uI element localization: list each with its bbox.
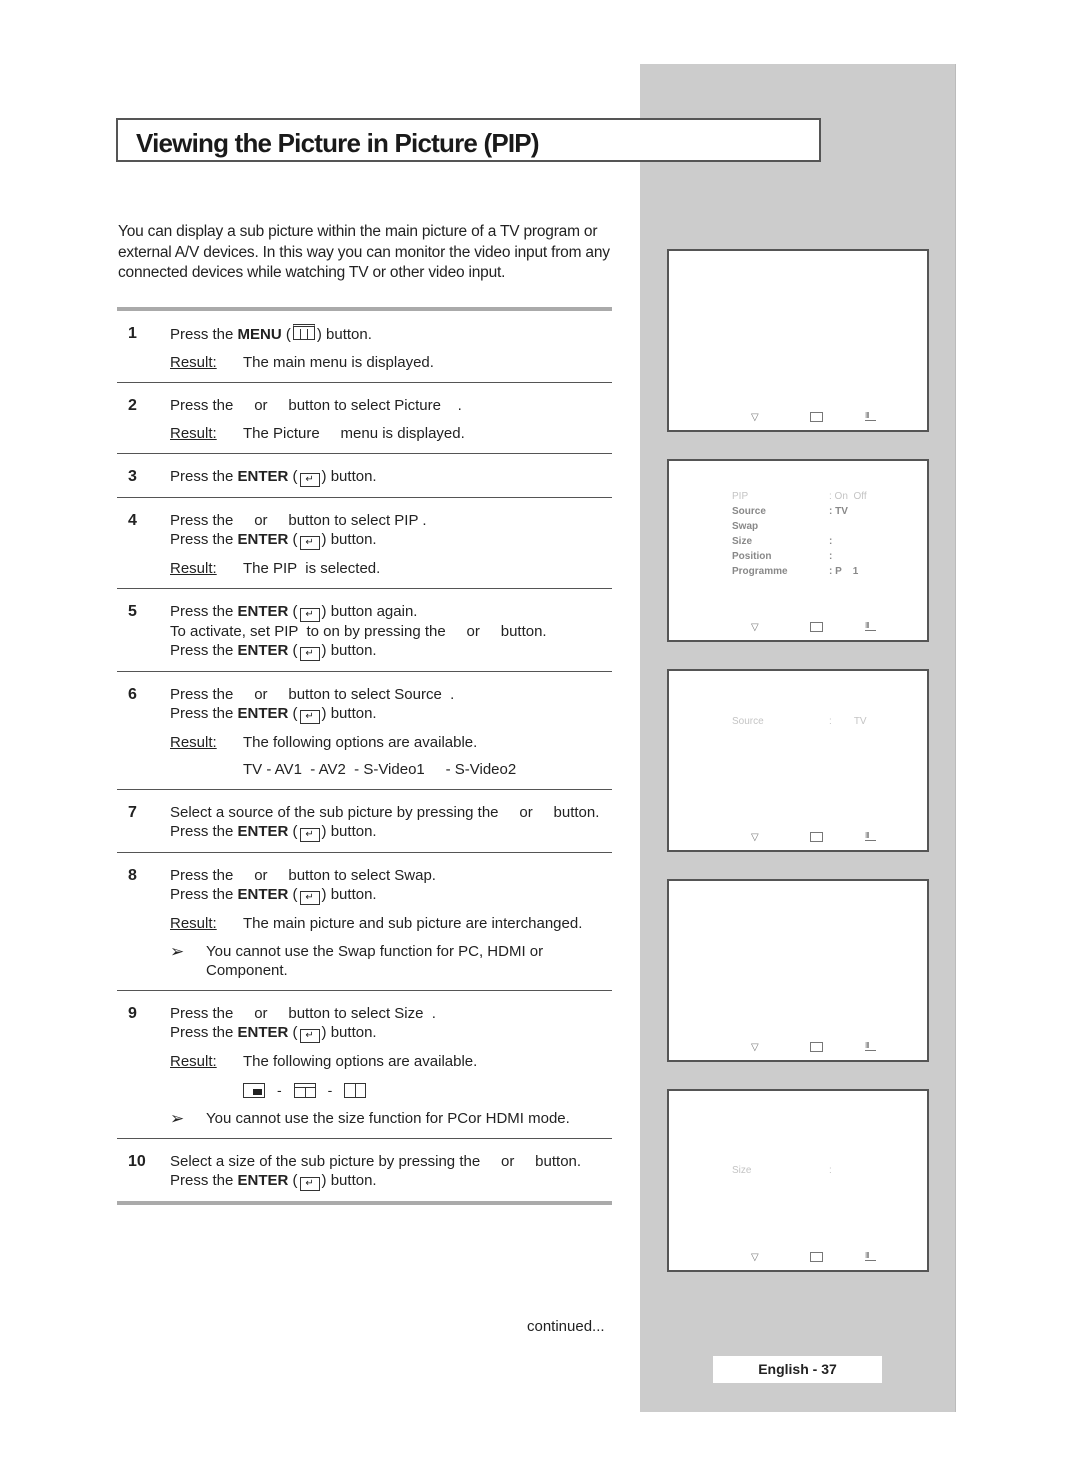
enter-icon <box>810 1252 823 1262</box>
step-result: Result: The PIP is selected. <box>170 560 381 577</box>
step-5: 5 Press the ENTER (↵) button again. To a… <box>117 589 612 672</box>
steps-list: 1 Press the MENU () button. Result: The m… <box>117 307 612 1205</box>
size-double-icon <box>344 1083 367 1098</box>
osd-screen-pip-menu: PIP: On Off Source: TV Swap Size: Positi… <box>667 459 929 642</box>
step-result: Result: The following options are availab… <box>170 734 478 751</box>
enter-icon: ↵ <box>299 710 320 724</box>
osd-row-size: Size: <box>732 536 833 547</box>
enter-icon <box>810 1042 823 1052</box>
page-number-badge: English - 37 <box>713 1356 882 1383</box>
osd-row-programme: Programme: P 1 <box>732 566 859 577</box>
step-2: 2 Press the or button to select Picture … <box>117 383 612 454</box>
osd-row-swap: Swap <box>732 521 759 532</box>
note: ➢ You cannot use the size function for PC… <box>170 1109 570 1128</box>
enter-icon: ↵ <box>299 536 320 550</box>
step-result: Result: The Picture menu is displayed. <box>170 425 465 442</box>
return-icon: III <box>865 1042 876 1051</box>
step-number: 9 <box>128 1005 137 1022</box>
enter-icon <box>810 412 823 422</box>
size-options: - - <box>243 1081 612 1100</box>
enter-icon: ↵ <box>299 608 320 622</box>
move-icon: ▽ <box>751 622 759 633</box>
enter-icon: ↵ <box>299 891 320 905</box>
step-result: Result: The main picture and sub picture … <box>170 915 583 932</box>
move-icon: ▽ <box>751 412 759 423</box>
enter-icon: ↵ <box>299 1177 320 1191</box>
step-number: 2 <box>128 397 137 414</box>
step-6: 6 Press the or button to select Source .… <box>117 672 612 790</box>
enter-icon <box>810 622 823 632</box>
osd-screen-main-menu: ▽ III <box>667 249 929 432</box>
enter-icon: ↵ <box>299 647 320 661</box>
enter-icon: ↵ <box>299 828 320 842</box>
return-icon: III <box>865 1252 876 1261</box>
step-number: 10 <box>128 1153 146 1170</box>
step-number: 1 <box>128 325 137 342</box>
step-1: 1 Press the MENU () button. Result: The m… <box>117 311 612 383</box>
step-result: Result: The main menu is displayed. <box>170 354 434 371</box>
note-arrow-icon: ➢ <box>170 942 185 961</box>
enter-icon <box>810 832 823 842</box>
size-double-wide-icon <box>293 1083 316 1098</box>
step-number: 7 <box>128 804 137 821</box>
osd-row-source: Source: TV <box>732 716 867 727</box>
step-7: 7 Select a source of the sub picture by … <box>117 790 612 853</box>
enter-icon: ↵ <box>299 473 320 487</box>
osd-row-position: Position: <box>732 551 833 562</box>
step-9: 9 Press the or button to select Size . P… <box>117 991 612 1139</box>
osd-screen-size: Size: ▽ III <box>667 1089 929 1272</box>
return-icon: III <box>865 412 876 421</box>
move-icon: ▽ <box>751 832 759 843</box>
step-number: 8 <box>128 867 137 884</box>
note-arrow-icon: ➢ <box>170 1109 185 1128</box>
osd-row-size: Size: <box>732 1165 832 1176</box>
move-icon: ▽ <box>751 1252 759 1263</box>
size-small-pip-icon <box>243 1083 265 1098</box>
page-title: Viewing the Picture in Picture (PIP) <box>136 128 540 158</box>
step-3: 3 Press the ENTER (↵) button. <box>117 454 612 498</box>
step-number: 4 <box>128 512 137 529</box>
title-box: Viewing the Picture in Picture (PIP) <box>116 118 821 162</box>
step-4: 4 Press the or button to select PIP . Pr… <box>117 498 612 589</box>
osd-nav-bar: ▽ III <box>669 622 927 634</box>
osd-nav-bar: ▽ III <box>669 1252 927 1264</box>
osd-row-pip: PIP: On Off <box>732 491 867 502</box>
osd-screen-swap: ▽ III <box>667 879 929 1062</box>
osd-nav-bar: ▽ III <box>669 1042 927 1054</box>
return-icon: III <box>865 622 876 631</box>
step-result: Result: The following options are availab… <box>170 1053 478 1070</box>
osd-nav-bar: ▽ III <box>669 832 927 844</box>
move-icon: ▽ <box>751 1042 759 1053</box>
osd-nav-bar: ▽ III <box>669 412 927 424</box>
osd-row-source: Source: TV <box>732 506 848 517</box>
source-options: TV - AV1 - AV2 - S-Video1 - S-Video2 <box>243 761 517 778</box>
step-number: 3 <box>128 468 137 485</box>
step-number: 5 <box>128 603 137 620</box>
continued-label: continued... <box>527 1318 605 1335</box>
note: ➢ You cannot use the Swap function for PC… <box>170 942 544 979</box>
menu-icon <box>292 324 315 340</box>
step-10: 10 Select a size of the sub picture by p… <box>117 1139 612 1205</box>
enter-icon: ↵ <box>299 1029 320 1043</box>
step-8: 8 Press the or button to select Swap. Pr… <box>117 853 612 991</box>
step-number: 6 <box>128 686 137 703</box>
intro-text: You can display a sub picture within the… <box>118 223 610 281</box>
osd-screen-source: Source: TV ▽ III <box>667 669 929 852</box>
return-icon: III <box>865 832 876 841</box>
